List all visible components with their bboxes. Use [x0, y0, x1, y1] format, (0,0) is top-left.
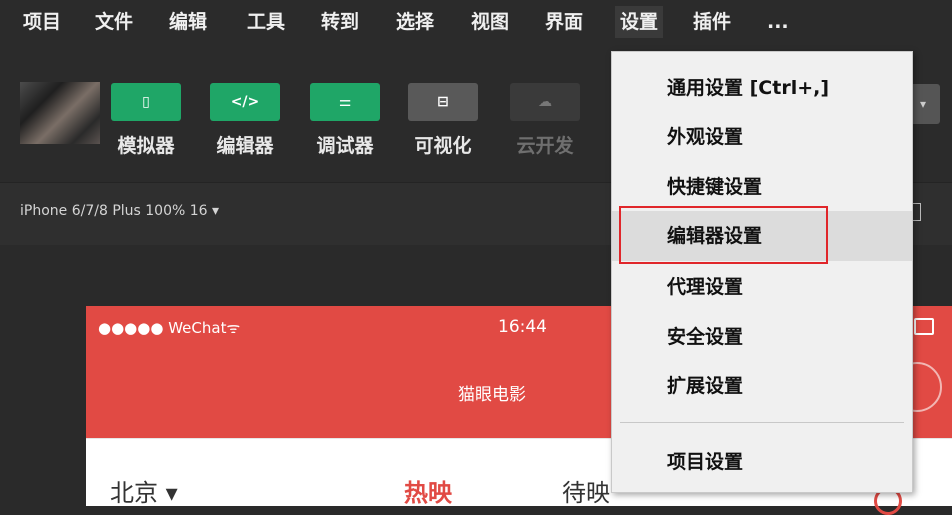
menu-item-extension-settings[interactable]: 扩展设置 — [612, 361, 912, 411]
cloud-dev-label: 云开发 — [516, 135, 574, 157]
visualize-tool[interactable]: ⊟ 可视化 — [403, 83, 483, 158]
menu-bar: 项目 文件 编辑 工具 转到 选择 视图 界面 设置 插件 ... — [0, 0, 952, 44]
debugger-label: 调试器 — [316, 135, 374, 157]
menu-view[interactable]: 视图 — [466, 6, 514, 38]
menu-item-general-settings[interactable]: 通用设置 [Ctrl+,] — [612, 63, 912, 113]
avatar[interactable] — [20, 82, 100, 144]
tab-upcoming[interactable]: 待映 — [562, 473, 610, 508]
wifi-icon: ᯤ — [226, 319, 241, 337]
menu-item-security-settings[interactable]: 安全设置 — [612, 312, 912, 362]
highlight-box — [619, 206, 828, 264]
menu-item-appearance-settings[interactable]: 外观设置 — [612, 112, 912, 162]
status-time: 16:44 — [498, 317, 547, 337]
menu-settings[interactable]: 设置 — [615, 6, 664, 38]
menu-select[interactable]: 选择 — [391, 6, 439, 38]
menu-item-shortcut-settings[interactable]: 快捷键设置 — [612, 162, 912, 212]
menu-item-project-settings[interactable]: 项目设置 — [612, 437, 912, 487]
simulator-tool[interactable]: ▯ 模拟器 — [106, 83, 186, 158]
cloud-dev-tool[interactable]: ☁ 云开发 — [505, 83, 585, 158]
menu-file[interactable]: 文件 — [90, 6, 138, 38]
carrier-text: ●●●●● WeChat — [98, 319, 227, 337]
simulator-label: 模拟器 — [117, 135, 175, 157]
menu-more[interactable]: ... — [762, 6, 794, 38]
menu-tools[interactable]: 工具 — [242, 6, 290, 38]
menu-divider — [620, 422, 904, 423]
carrier-signal: ●●●●● WeChatᯤ — [98, 318, 240, 338]
cloud-icon: ☁ — [510, 83, 580, 121]
code-icon: </> — [210, 83, 280, 121]
editor-tool[interactable]: </> 编辑器 — [205, 83, 285, 158]
debugger-tool[interactable]: ⚌ 调试器 — [305, 83, 385, 158]
tab-hot[interactable]: 热映 — [404, 473, 452, 508]
editor-label: 编辑器 — [216, 135, 274, 157]
layout-icon: ⊟ — [408, 83, 478, 121]
menu-interface[interactable]: 界面 — [540, 6, 588, 38]
menu-goto[interactable]: 转到 — [316, 6, 364, 38]
phone-icon: ▯ — [111, 83, 181, 121]
menu-plugins[interactable]: 插件 — [688, 6, 736, 38]
menu-edit[interactable]: 编辑 — [164, 6, 212, 38]
app-title: 猫眼电影 — [458, 385, 526, 405]
menu-project[interactable]: 项目 — [18, 6, 66, 38]
settings-dropdown: 通用设置 [Ctrl+,] 外观设置 快捷键设置 编辑器设置 代理设置 安全设置… — [611, 51, 913, 493]
sliders-icon: ⚌ — [310, 83, 380, 121]
menu-item-proxy-settings[interactable]: 代理设置 — [612, 262, 912, 312]
city-selector[interactable]: 北京 ▾ — [110, 473, 178, 508]
device-selector[interactable]: iPhone 6/7/8 Plus 100% 16 ▾ — [20, 203, 219, 219]
visualize-label: 可视化 — [414, 135, 472, 157]
battery-icon — [914, 318, 934, 335]
